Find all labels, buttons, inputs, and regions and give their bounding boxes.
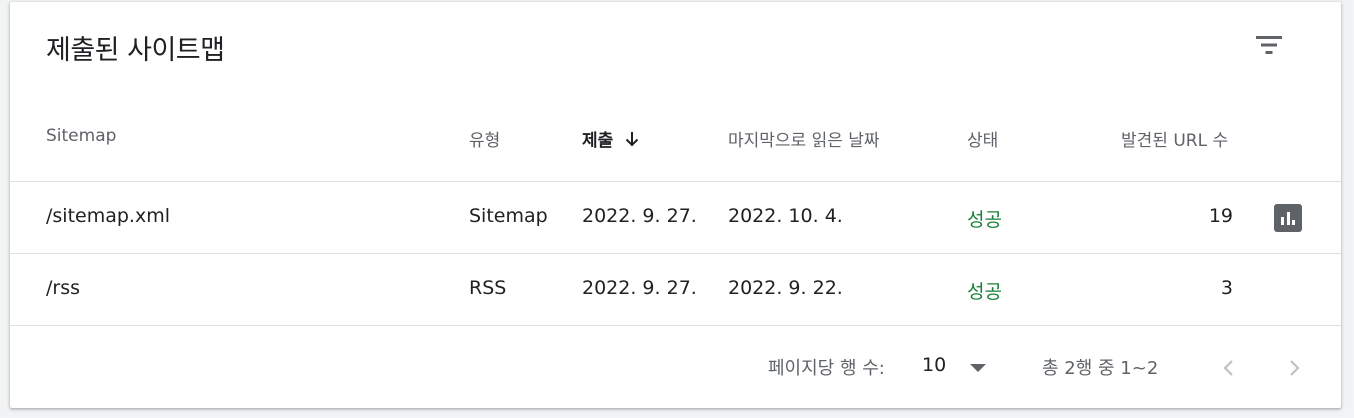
discovered-urls-cell: 19 [1208,205,1233,227]
bar-chart-icon-bar [1292,220,1295,225]
chevron-left-icon [1223,360,1233,376]
filter-list-icon [1256,36,1282,54]
open-report-button[interactable] [1274,204,1302,232]
column-header-type[interactable]: 유형 [469,126,500,151]
discovered-urls-cell: 3 [1220,277,1233,299]
chevron-right-icon [1290,360,1300,376]
table-row[interactable]: /rss RSS 2022. 9. 27. 2022. 9. 22. 성공 3 [10,254,1341,325]
filter-button[interactable] [1252,30,1286,60]
column-header-submitted[interactable]: 제출 [582,126,641,151]
sitemap-cell: /sitemap.xml [46,205,171,227]
previous-page-button[interactable] [1215,354,1243,382]
sitemap-cell: /rss [46,277,81,299]
column-header-last-read[interactable]: 마지막으로 읽은 날짜 [728,126,880,151]
arrow-downward-icon [626,132,639,147]
next-page-button[interactable] [1280,354,1308,382]
type-cell: Sitemap [469,205,548,227]
last-read-cell: 2022. 9. 22. [728,277,843,299]
column-header-sitemap[interactable]: Sitemap [46,126,116,146]
submitted-sitemaps-card: 제출된 사이트맵 Sitemap 유형 제출 마지막으로 읽은 날짜 상태 발견… [10,2,1341,408]
status-cell: 성공 [967,209,1002,231]
bar-chart-icon-bar [1286,212,1290,225]
dropdown-arrow-icon[interactable] [970,364,986,372]
bar-chart-icon-bar [1281,217,1284,225]
pagination-range: 총 2행 중 1~2 [1042,358,1159,379]
row-divider [10,325,1341,326]
submitted-cell: 2022. 9. 27. [582,205,697,227]
rows-per-page-label: 페이지당 행 수: [768,358,885,379]
rows-per-page-select[interactable]: 10 [922,354,946,376]
status-cell: 성공 [967,281,1002,303]
card-title: 제출된 사이트맵 [46,35,225,66]
last-read-cell: 2022. 10. 4. [728,205,843,227]
type-cell: RSS [469,277,507,299]
submitted-cell: 2022. 9. 27. [582,277,697,299]
column-header-discovered-urls[interactable]: 발견된 URL 수 [1121,126,1228,151]
column-header-status[interactable]: 상태 [967,126,998,151]
column-header-submitted-label: 제출 [582,131,614,151]
table-row[interactable]: /sitemap.xml Sitemap 2022. 9. 27. 2022. … [10,182,1341,253]
